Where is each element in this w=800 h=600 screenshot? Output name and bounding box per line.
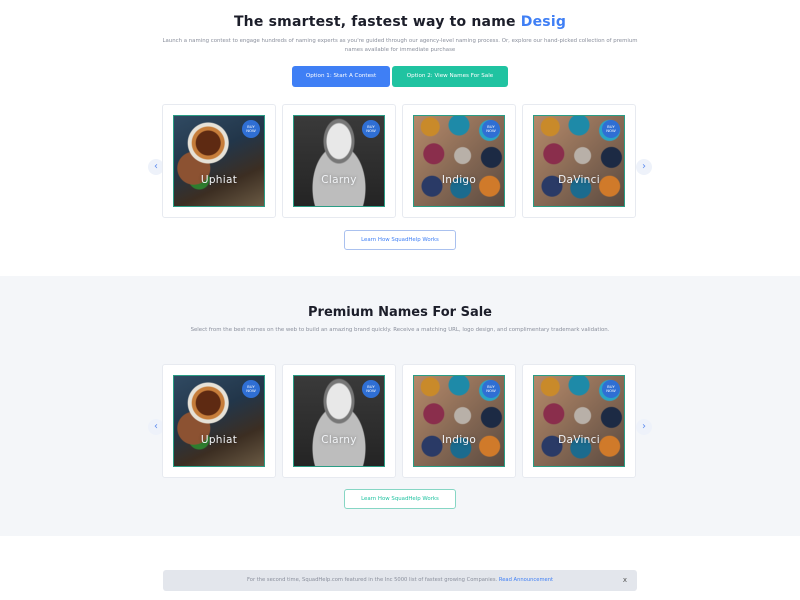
card-name: Uphiat (200, 434, 238, 446)
name-card[interactable]: BUY NOW DaVinci (522, 364, 636, 478)
card-image: BUY NOW Uphiat (173, 375, 265, 467)
hero-description: Launch a naming contest to engage hundre… (162, 38, 638, 53)
buy-now-badge: BUY NOW (362, 120, 380, 138)
buy-now-badge: BUY NOW (242, 120, 260, 138)
card-name: DaVinci (558, 434, 600, 446)
announcement-bar: For the second time, SquadHelp.com featu… (163, 570, 637, 591)
view-names-button[interactable]: Option 2: View Names For Sale (392, 66, 508, 87)
learn-how-button[interactable]: Learn How SquadHelp Works (344, 489, 456, 509)
card-name: Indigo (441, 174, 477, 186)
announcement-text: For the second time, SquadHelp.com featu… (246, 577, 499, 583)
name-card[interactable]: BUY NOW Uphiat (162, 104, 276, 218)
name-card[interactable]: BUY NOW Clarny (282, 104, 396, 218)
names-carousel-premium: ‹ BUY NOW Uphiat BUY NOW Clarny BUY NOW … (148, 364, 652, 480)
card-name: Indigo (441, 434, 477, 446)
read-announcement-link[interactable]: Read Announcement (499, 577, 553, 583)
card-image: BUY NOW Clarny (293, 115, 385, 207)
name-card[interactable]: BUY NOW Clarny (282, 364, 396, 478)
buy-now-badge: BUY NOW (242, 380, 260, 398)
buy-now-badge: BUY NOW (482, 380, 500, 398)
names-carousel-top: ‹ BUY NOW Uphiat BUY NOW Clarny BUY NOW … (148, 104, 652, 220)
card-image: BUY NOW Indigo (413, 115, 505, 207)
card-name: Uphiat (200, 174, 238, 186)
hero-title-text: The smartest, fastest way to name (233, 14, 521, 30)
premium-title: Premium Names For Sale (308, 305, 492, 320)
premium-description: Select from the best names on the web to… (190, 327, 610, 333)
learn-how-button[interactable]: Learn How SquadHelp Works (344, 230, 456, 250)
chevron-right-icon[interactable]: › (636, 159, 652, 175)
name-card[interactable]: BUY NOW Uphiat (162, 364, 276, 478)
buy-now-badge: BUY NOW (602, 380, 620, 398)
buy-now-badge: BUY NOW (482, 120, 500, 138)
name-card[interactable]: BUY NOW Indigo (402, 364, 516, 478)
hero-title-accent: Desig (520, 14, 567, 30)
card-image: BUY NOW Clarny (293, 375, 385, 467)
card-name: DaVinci (558, 174, 600, 186)
close-icon[interactable]: x (623, 570, 627, 591)
card-image: BUY NOW Indigo (413, 375, 505, 467)
card-name: Clarny (321, 434, 357, 446)
card-image: BUY NOW Uphiat (173, 115, 265, 207)
card-name: Clarny (321, 174, 357, 186)
name-card[interactable]: BUY NOW DaVinci (522, 104, 636, 218)
chevron-right-icon[interactable]: › (636, 419, 652, 435)
hero-title: The smartest, fastest way to name Desig (0, 14, 800, 30)
card-image: BUY NOW DaVinci (533, 375, 625, 467)
buy-now-badge: BUY NOW (602, 120, 620, 138)
hero-section: The smartest, fastest way to name Desig … (0, 0, 800, 276)
start-contest-button[interactable]: Option 1: Start A Contest (292, 66, 390, 87)
card-image: BUY NOW DaVinci (533, 115, 625, 207)
name-card[interactable]: BUY NOW Indigo (402, 104, 516, 218)
buy-now-badge: BUY NOW (362, 380, 380, 398)
